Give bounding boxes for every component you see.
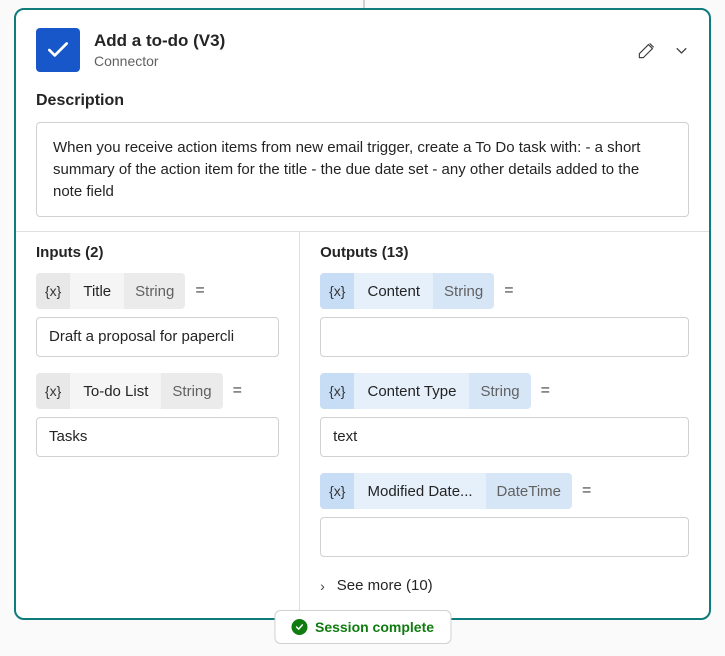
variable-icon: {x} xyxy=(320,473,354,509)
expand-chevron-icon[interactable] xyxy=(674,43,689,58)
variable-type: String xyxy=(124,273,185,309)
outputs-column: Outputs (13) {x} Content String = {x} Co… xyxy=(300,232,709,618)
variable-badge[interactable]: {x} Title String xyxy=(36,273,185,309)
output-param-row: {x} Content String = xyxy=(320,273,689,309)
input-param-row: {x} Title String = xyxy=(36,273,279,309)
output-param-row: {x} Modified Date... DateTime = xyxy=(320,473,689,509)
inputs-title: Inputs (2) xyxy=(36,244,279,261)
input-value[interactable]: Draft a proposal for papercli xyxy=(36,317,279,357)
variable-name: Title xyxy=(70,273,124,309)
variable-name: To-do List xyxy=(70,373,161,409)
variable-name: Content Type xyxy=(354,373,469,409)
see-more-button[interactable]: › See more (10) xyxy=(320,573,689,598)
session-status-pill: Session complete xyxy=(274,610,451,644)
io-columns: Inputs (2) {x} Title String = Draft a pr… xyxy=(16,231,709,618)
inputs-column: Inputs (2) {x} Title String = Draft a pr… xyxy=(16,232,300,618)
connector-card: Add a to-do (V3) Connector Description W… xyxy=(14,8,711,620)
variable-badge[interactable]: {x} Content Type String xyxy=(320,373,531,409)
output-value[interactable] xyxy=(320,317,689,357)
edit-button[interactable] xyxy=(637,41,656,60)
card-header: Add a to-do (V3) Connector xyxy=(16,10,709,84)
see-more-label: See more (10) xyxy=(337,577,433,594)
variable-type: String xyxy=(469,373,530,409)
title-group: Add a to-do (V3) Connector xyxy=(94,30,623,70)
variable-name: Content xyxy=(354,273,433,309)
outputs-title: Outputs (13) xyxy=(320,244,689,261)
equals-sign: = xyxy=(233,382,242,400)
variable-type: String xyxy=(161,373,222,409)
input-param-row: {x} To-do List String = xyxy=(36,373,279,409)
equals-sign: = xyxy=(541,382,550,400)
variable-name: Modified Date... xyxy=(354,473,485,509)
card-subtitle: Connector xyxy=(94,52,623,70)
variable-badge[interactable]: {x} Content String xyxy=(320,273,494,309)
variable-icon: {x} xyxy=(36,373,70,409)
description-label: Description xyxy=(16,84,709,116)
session-status-label: Session complete xyxy=(315,619,434,635)
output-param-row: {x} Content Type String = xyxy=(320,373,689,409)
output-value[interactable]: text xyxy=(320,417,689,457)
variable-icon: {x} xyxy=(36,273,70,309)
variable-badge[interactable]: {x} To-do List String xyxy=(36,373,223,409)
variable-icon: {x} xyxy=(320,273,354,309)
card-title: Add a to-do (V3) xyxy=(94,30,623,52)
variable-type: DateTime xyxy=(486,473,572,509)
equals-sign: = xyxy=(195,282,204,300)
equals-sign: = xyxy=(504,282,513,300)
variable-type: String xyxy=(433,273,494,309)
description-text: When you receive action items from new e… xyxy=(36,122,689,217)
chevron-right-icon: › xyxy=(320,578,325,594)
todo-app-icon xyxy=(36,28,80,72)
variable-icon: {x} xyxy=(320,373,354,409)
input-value[interactable]: Tasks xyxy=(36,417,279,457)
equals-sign: = xyxy=(582,482,591,500)
variable-badge[interactable]: {x} Modified Date... DateTime xyxy=(320,473,572,509)
checkmark-icon xyxy=(291,619,307,635)
output-value[interactable] xyxy=(320,517,689,557)
